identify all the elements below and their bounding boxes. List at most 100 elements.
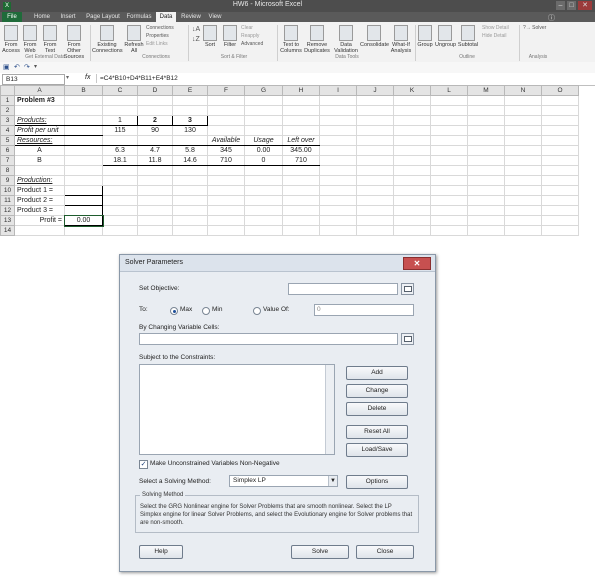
cell-H11[interactable] bbox=[282, 195, 320, 206]
hide-detail-button[interactable]: Hide Detail bbox=[482, 33, 506, 40]
cell-N9[interactable] bbox=[504, 175, 542, 186]
cell-K5[interactable] bbox=[393, 135, 431, 146]
refresh-all-button[interactable]: Refresh All bbox=[124, 25, 144, 54]
cell-D8[interactable] bbox=[137, 165, 173, 176]
cell-I9[interactable] bbox=[319, 175, 357, 186]
cell-C14[interactable] bbox=[102, 225, 138, 236]
cell-I7[interactable] bbox=[319, 155, 357, 166]
cell-J9[interactable] bbox=[356, 175, 394, 186]
cell-E11[interactable] bbox=[172, 195, 208, 206]
cell-O7[interactable] bbox=[541, 155, 579, 166]
reapply-button[interactable]: Reapply bbox=[241, 33, 259, 40]
cell-H4[interactable] bbox=[282, 125, 320, 136]
cell-B11[interactable] bbox=[64, 195, 103, 206]
cell-L3[interactable] bbox=[430, 115, 468, 126]
cell-K2[interactable] bbox=[393, 105, 431, 116]
cell-K4[interactable] bbox=[393, 125, 431, 136]
row-header[interactable]: 7 bbox=[0, 155, 15, 166]
cell-L11[interactable] bbox=[430, 195, 468, 206]
text-to-columns-button[interactable]: Text to Columns bbox=[280, 25, 302, 54]
worksheet-grid[interactable]: A B C D E F G H I J K L M N O 1 Problem #… bbox=[0, 85, 595, 236]
cell-E3[interactable]: 3 bbox=[172, 115, 208, 126]
cell-B12[interactable] bbox=[64, 205, 103, 216]
cell-F9[interactable] bbox=[207, 175, 245, 186]
close-button[interactable]: Close bbox=[356, 545, 414, 559]
cell-J12[interactable] bbox=[356, 205, 394, 216]
cell-H3[interactable] bbox=[282, 115, 320, 126]
cell-D2[interactable] bbox=[137, 105, 173, 116]
column-header[interactable]: H bbox=[282, 85, 320, 96]
cell-E12[interactable] bbox=[172, 205, 208, 216]
cell-I8[interactable] bbox=[319, 165, 357, 176]
nonnegative-checkbox[interactable]: ✓ bbox=[139, 460, 148, 469]
cell-L7[interactable] bbox=[430, 155, 468, 166]
row-header[interactable]: 4 bbox=[0, 125, 15, 136]
cell-C10[interactable] bbox=[102, 185, 138, 196]
group-button[interactable]: Group bbox=[417, 25, 433, 48]
cell-N3[interactable] bbox=[504, 115, 542, 126]
cell-A11[interactable]: Product 2 = bbox=[14, 195, 65, 206]
subtotal-button[interactable]: Subtotal bbox=[457, 25, 479, 48]
cell-J5[interactable] bbox=[356, 135, 394, 146]
cell-K10[interactable] bbox=[393, 185, 431, 196]
what-if-analysis-button[interactable]: What-If Analysis bbox=[389, 25, 413, 54]
cell-E2[interactable] bbox=[172, 105, 208, 116]
cell-F7[interactable]: 710 bbox=[207, 155, 245, 166]
constraints-list[interactable] bbox=[139, 364, 335, 455]
options-button[interactable]: Options bbox=[346, 475, 408, 489]
cell-O12[interactable] bbox=[541, 205, 579, 216]
cell-N6[interactable] bbox=[504, 145, 542, 156]
cell-J11[interactable] bbox=[356, 195, 394, 206]
cell-G3[interactable] bbox=[244, 115, 283, 126]
cell-L4[interactable] bbox=[430, 125, 468, 136]
tab-file[interactable]: File bbox=[2, 12, 22, 22]
column-header[interactable]: C bbox=[102, 85, 138, 96]
cell-E4[interactable]: 130 bbox=[172, 125, 208, 136]
cell-D11[interactable] bbox=[137, 195, 173, 206]
cell-M5[interactable] bbox=[467, 135, 505, 146]
cell-E13[interactable] bbox=[172, 215, 208, 226]
cell-B1[interactable] bbox=[64, 95, 103, 106]
name-box[interactable]: B13 bbox=[2, 74, 65, 85]
cell-E9[interactable] bbox=[172, 175, 208, 186]
cell-C11[interactable] bbox=[102, 195, 138, 206]
column-header[interactable]: I bbox=[319, 85, 357, 96]
cell-M12[interactable] bbox=[467, 205, 505, 216]
clear-button[interactable]: Clear bbox=[241, 25, 253, 32]
ungroup-button[interactable]: Ungroup bbox=[435, 25, 456, 48]
delete-button[interactable]: Delete bbox=[346, 402, 408, 416]
cell-E10[interactable] bbox=[172, 185, 208, 196]
constraints-scrollbar[interactable] bbox=[325, 365, 334, 454]
cell-A12[interactable]: Product 3 = bbox=[14, 205, 65, 216]
cell-B9[interactable] bbox=[64, 175, 103, 186]
range-selector-icon[interactable] bbox=[401, 283, 414, 295]
row-header[interactable]: 6 bbox=[0, 145, 15, 156]
cell-J14[interactable] bbox=[356, 225, 394, 236]
cell-J10[interactable] bbox=[356, 185, 394, 196]
cell-C7[interactable]: 18.1 bbox=[102, 155, 138, 166]
set-objective-input[interactable] bbox=[288, 283, 398, 295]
cell-C4[interactable]: 115 bbox=[102, 125, 138, 136]
cell-E8[interactable] bbox=[172, 165, 208, 176]
cell-L6[interactable] bbox=[430, 145, 468, 156]
cell-G12[interactable] bbox=[244, 205, 283, 216]
row-header[interactable]: 10 bbox=[0, 185, 15, 196]
cell-O5[interactable] bbox=[541, 135, 579, 146]
remove-duplicates-button[interactable]: Remove Duplicates bbox=[303, 25, 331, 54]
sort-button[interactable]: Sort bbox=[203, 25, 217, 48]
cell-A8[interactable] bbox=[14, 165, 65, 176]
cell-C2[interactable] bbox=[102, 105, 138, 116]
save-icon[interactable]: ▣ bbox=[3, 63, 10, 71]
cell-G7[interactable]: 0 bbox=[244, 155, 283, 166]
cell-I14[interactable] bbox=[319, 225, 357, 236]
cell-N4[interactable] bbox=[504, 125, 542, 136]
cell-I2[interactable] bbox=[319, 105, 357, 116]
cell-D13[interactable] bbox=[137, 215, 173, 226]
cell-A13[interactable]: Profit = bbox=[14, 215, 65, 226]
data-validation-button[interactable]: Data Validation bbox=[332, 25, 360, 54]
cell-O2[interactable] bbox=[541, 105, 579, 116]
cell-B7[interactable] bbox=[64, 155, 103, 166]
max-radio[interactable] bbox=[170, 307, 178, 315]
cell-G5[interactable]: Usage bbox=[244, 135, 283, 146]
cell-M7[interactable] bbox=[467, 155, 505, 166]
